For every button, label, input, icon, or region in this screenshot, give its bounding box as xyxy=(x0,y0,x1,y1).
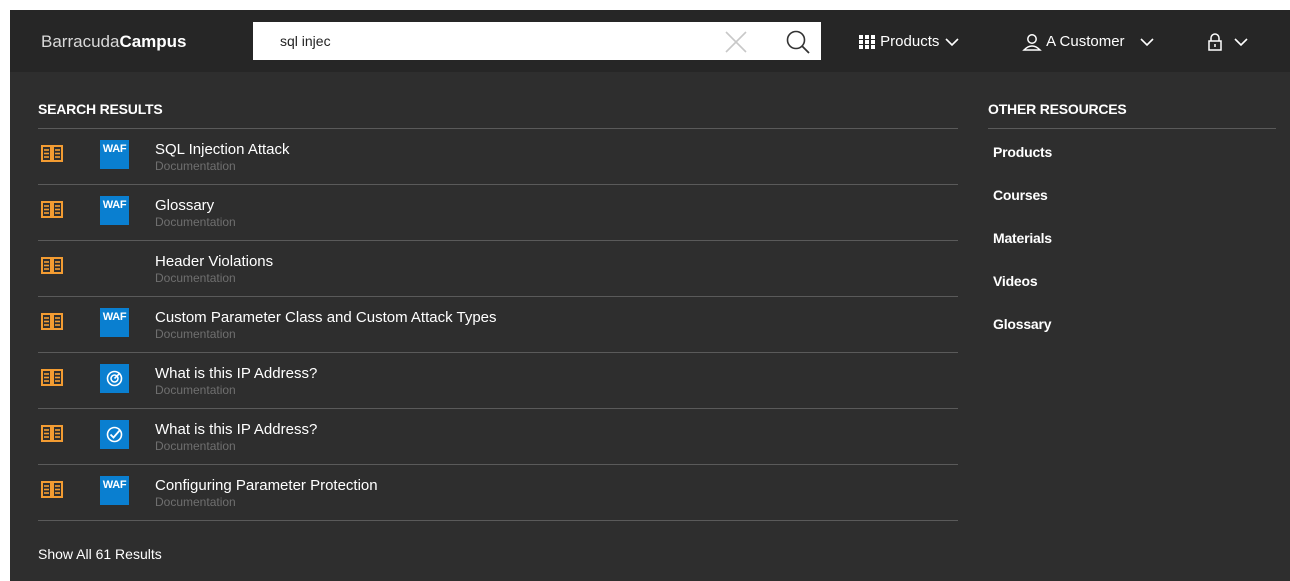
book-icon xyxy=(41,369,63,386)
resource-link-glossary[interactable]: Glossary xyxy=(993,315,1052,333)
search-input[interactable] xyxy=(253,22,703,60)
result-row[interactable]: WAF Custom Parameter Class and Custom At… xyxy=(38,297,958,353)
result-title[interactable]: SQL Injection Attack xyxy=(155,141,290,159)
result-row[interactable]: WAF SQL Injection Attack Documentation xyxy=(38,129,958,185)
lock-icon xyxy=(1208,33,1222,51)
waf-badge: WAF xyxy=(100,476,129,505)
page-frame: BarracudaCampus sql injec Products A Cus… xyxy=(10,10,1290,581)
account-label: A Customer xyxy=(1046,33,1125,51)
result-title[interactable]: What is this IP Address? xyxy=(155,365,317,383)
result-row[interactable]: What is this IP Address? Documentation xyxy=(38,353,958,409)
logo-bold-text: Campus xyxy=(119,32,187,51)
chevron-down-icon xyxy=(944,38,959,47)
logo[interactable]: BarracudaCampus xyxy=(41,32,187,52)
result-type: Documentation xyxy=(155,159,236,173)
book-icon xyxy=(41,481,63,498)
result-row[interactable]: WAF Glossary Documentation xyxy=(38,185,958,241)
other-resources-heading: OTHER RESOURCES xyxy=(988,101,1127,117)
check-circle-icon xyxy=(100,420,129,449)
resources-divider xyxy=(988,128,1276,129)
waf-badge: WAF xyxy=(100,140,129,169)
result-type: Documentation xyxy=(155,215,236,229)
result-type: Documentation xyxy=(155,383,236,397)
result-type: Documentation xyxy=(155,271,236,285)
waf-badge: WAF xyxy=(100,196,129,225)
search-icon[interactable] xyxy=(785,29,811,55)
grid-icon xyxy=(859,35,875,50)
book-icon xyxy=(41,257,63,274)
user-icon xyxy=(1022,34,1042,51)
target-icon xyxy=(100,364,129,393)
result-title[interactable]: Custom Parameter Class and Custom Attack… xyxy=(155,309,497,327)
top-header: BarracudaCampus sql injec Products A Cus… xyxy=(10,10,1290,72)
result-row[interactable]: What is this IP Address? Documentation xyxy=(38,409,958,465)
result-title[interactable]: Header Violations xyxy=(155,253,273,271)
result-type: Documentation xyxy=(155,439,236,453)
resource-link-materials[interactable]: Materials xyxy=(993,229,1052,247)
book-icon xyxy=(41,145,63,162)
result-title[interactable]: Glossary xyxy=(155,197,214,215)
account-menu[interactable]: A Customer xyxy=(1022,32,1155,52)
show-all-results-link[interactable]: Show All 61 Results xyxy=(38,545,162,563)
search-box xyxy=(253,22,821,60)
products-label: Products xyxy=(880,33,940,51)
chevron-down-icon xyxy=(1234,38,1248,47)
search-results-heading: SEARCH RESULTS xyxy=(38,101,163,117)
result-type: Documentation xyxy=(155,495,236,509)
book-icon xyxy=(41,201,63,218)
resource-link-videos[interactable]: Videos xyxy=(993,272,1038,290)
result-row[interactable]: Header Violations Documentation xyxy=(38,241,958,297)
resource-link-products[interactable]: Products xyxy=(993,143,1052,161)
result-title[interactable]: Configuring Parameter Protection xyxy=(155,477,378,495)
close-icon[interactable] xyxy=(723,29,749,55)
result-type: Documentation xyxy=(155,327,236,341)
logo-light-text: Barracuda xyxy=(41,32,120,51)
products-menu[interactable]: Products xyxy=(858,32,960,52)
book-icon xyxy=(41,425,63,442)
book-icon xyxy=(41,313,63,330)
waf-badge: WAF xyxy=(100,308,129,337)
lock-menu[interactable] xyxy=(1207,32,1249,52)
result-row[interactable]: WAF Configuring Parameter Protection Doc… xyxy=(38,465,958,521)
result-title[interactable]: What is this IP Address? xyxy=(155,421,317,439)
resource-link-courses[interactable]: Courses xyxy=(993,186,1048,204)
chevron-down-icon xyxy=(1140,38,1154,47)
